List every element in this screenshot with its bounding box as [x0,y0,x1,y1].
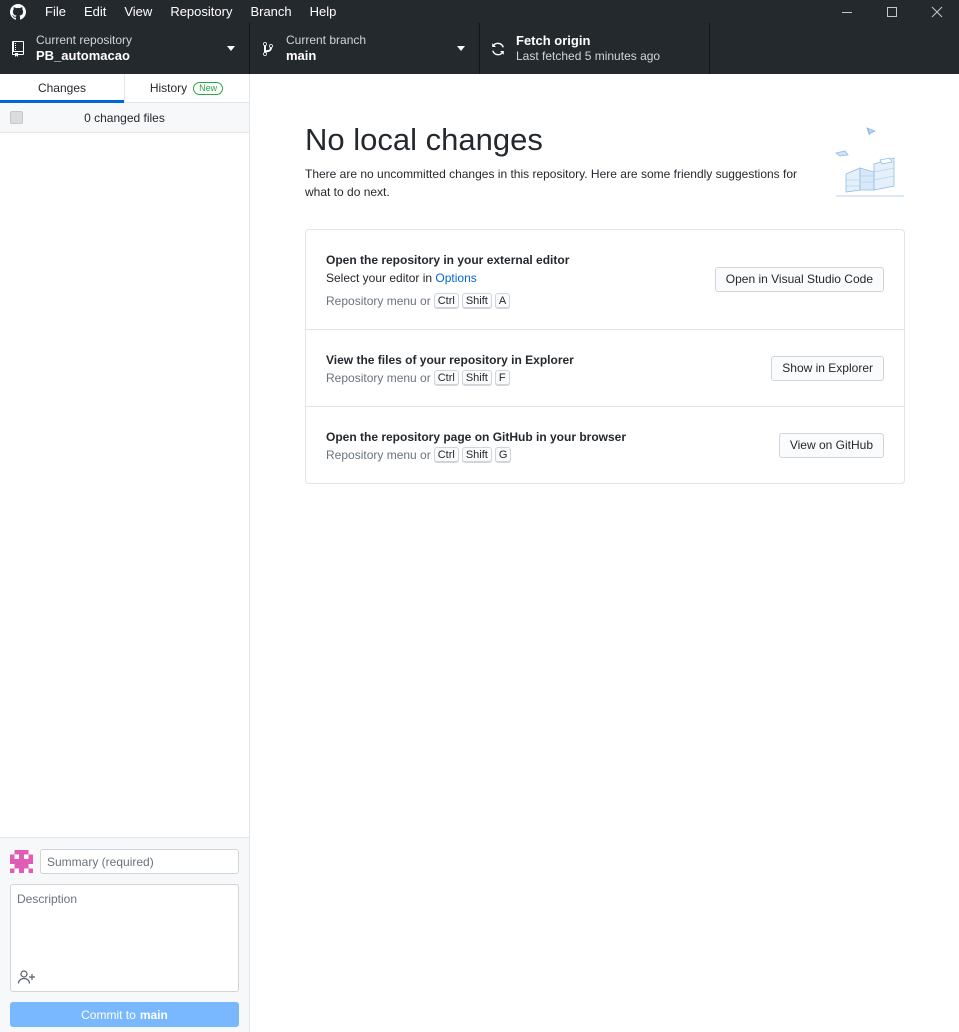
summary-input[interactable] [40,849,239,874]
shortcut-prefix: Repository menu or [326,371,431,385]
menu-file[interactable]: File [36,0,75,23]
view-on-github-button[interactable]: View on GitHub [778,433,884,458]
sidebar-tabs: Changes History New [0,74,249,103]
title-bar: File Edit View Repository Branch Help [0,0,959,23]
shortcut-prefix: Repository menu or [326,448,431,462]
key-ctrl: Ctrl [433,370,459,386]
key-f: F [494,370,510,386]
menu-repository[interactable]: Repository [161,0,241,23]
changed-files-count: 0 changed files [84,110,165,125]
chevron-down-icon [227,46,235,51]
current-branch-button[interactable]: Current branch main [250,23,480,74]
show-in-explorer-button[interactable]: Show in Explorer [771,356,884,381]
menu-branch[interactable]: Branch [241,0,300,23]
tab-changes-label: Changes [37,81,87,95]
suggestion-description: Select your editor in Options [326,271,477,285]
shortcut-prefix: Repository menu or [326,294,431,308]
description-box [10,884,239,992]
page-subtitle: There are no uncommitted changes in this… [305,167,798,199]
tab-history-label: History [149,81,188,95]
suggestion-view-github: Open the repository page on GitHub in yo… [306,407,904,483]
minimize-icon[interactable] [824,0,869,23]
suggestion-shortcut: Repository menu or Ctrl Shift F [326,370,510,386]
options-link[interactable]: Options [435,271,476,285]
window-controls [824,0,959,23]
page-title: No local changes [305,122,543,157]
repository-name: PB_automacao [36,48,130,63]
last-fetched-text: Last fetched 5 minutes ago [516,49,661,63]
description-input[interactable] [11,885,238,965]
repository-label: Current repository [36,33,133,47]
close-icon[interactable] [914,0,959,23]
suggestions-list: Open the repository in your external edi… [305,229,905,484]
key-ctrl: Ctrl [433,447,459,463]
commit-panel: Commit tomain [0,837,249,1032]
menu-bar: File Edit View Repository Branch Help [36,0,345,23]
fetch-origin-label: Fetch origin [516,33,591,48]
select-all-checkbox[interactable] [10,111,23,124]
commit-button-prefix: Commit to [81,1007,136,1022]
tab-changes[interactable]: Changes [0,74,124,103]
avatar [10,850,33,873]
sync-icon [480,41,516,57]
key-shift: Shift [461,293,492,309]
toolbar: Current repository PB_automacao Current … [0,23,959,74]
suggestion-title: Open the repository in your external edi… [326,253,570,267]
sidebar: Changes History New 0 changed files Summ… [0,74,250,1032]
chevron-down-icon [457,46,465,51]
empty-state-illustration [834,124,906,200]
main-panel: No local changes There are no uncommitte… [250,74,959,1032]
menu-edit[interactable]: Edit [75,0,115,23]
menu-view[interactable]: View [115,0,161,23]
maximize-icon[interactable] [869,0,914,23]
commit-button-branch: main [139,1007,168,1022]
key-a: A [494,293,511,309]
current-repository-button[interactable]: Current repository PB_automacao [0,23,250,74]
key-ctrl: Ctrl [433,293,459,309]
open-in-editor-button[interactable]: Open in Visual Studio Code [714,267,884,292]
suggestion-shortcut: Repository menu or Ctrl Shift G [326,447,512,463]
fetch-origin-button[interactable]: Fetch origin Last fetched 5 minutes ago [480,23,710,74]
suggestion-show-explorer: View the files of your repository in Exp… [306,330,904,407]
branch-name: main [286,48,317,63]
suggestion-title: Open the repository page on GitHub in yo… [326,430,627,444]
tab-history[interactable]: History New [124,74,248,102]
menu-help[interactable]: Help [301,0,346,23]
key-shift: Shift [461,370,492,386]
suggestion-shortcut: Repository menu or Ctrl Shift A [326,293,511,309]
new-badge: New [193,82,224,96]
branch-label: Current branch [286,33,367,47]
branch-icon [250,41,286,57]
github-logo-icon [0,0,36,23]
suggestion-open-editor: Open the repository in your external edi… [306,230,904,330]
key-shift: Shift [461,447,492,463]
suggestion-description-text: Select your editor in [326,271,433,285]
suggestion-title: View the files of your repository in Exp… [326,353,574,367]
key-g: G [494,447,512,463]
repo-icon [0,40,36,57]
add-coauthor-icon[interactable] [17,969,37,985]
changed-files-header: 0 changed files [0,103,249,133]
commit-button[interactable]: Commit to main [10,1002,239,1027]
